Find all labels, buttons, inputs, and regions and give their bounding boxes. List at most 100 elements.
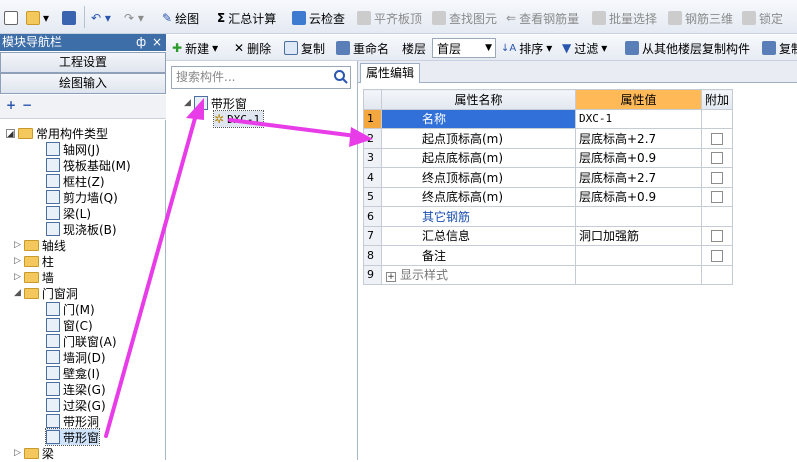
tree-item-wall-hole[interactable]: 墙洞(D) xyxy=(46,349,106,365)
flush-icon xyxy=(357,11,371,25)
property-row[interactable]: 1 名称 DXC-1 xyxy=(363,108,734,129)
tree-column[interactable]: ▷ 柱 xyxy=(14,253,54,269)
check-icon xyxy=(292,11,306,25)
folder-icon xyxy=(18,127,33,139)
property-value[interactable]: 层底标高+2.7 xyxy=(575,128,702,149)
save-icon[interactable] xyxy=(62,9,76,27)
property-value[interactable]: 层底标高+0.9 xyxy=(575,147,702,168)
expand-icon[interactable]: ▷ xyxy=(14,256,21,266)
column-header-extra[interactable]: 附加 xyxy=(700,89,734,110)
column-header-name[interactable]: 属性名称 xyxy=(381,89,576,110)
component-item-dxc1[interactable]: ✲ DXC-1 xyxy=(212,110,265,128)
tree-item-lintel[interactable]: 过梁(G) xyxy=(46,397,106,413)
tree-item-coupling-beam[interactable]: 连梁(G) xyxy=(46,381,106,397)
flush-top-button[interactable]: 平齐板顶 xyxy=(357,9,422,27)
collapse-all-icon[interactable]: − xyxy=(22,98,32,112)
checkbox[interactable] xyxy=(711,249,723,262)
tree-item-raft[interactable]: 筏板基础(M) xyxy=(46,157,131,173)
collapse-icon[interactable]: ◢ xyxy=(6,128,15,138)
find-element-button[interactable]: 查找图元 xyxy=(432,9,497,27)
project-settings-button[interactable]: 工程设置 xyxy=(0,52,166,73)
tree-group-strip-window[interactable]: ◢ 带形窗 xyxy=(184,95,247,111)
checkbox[interactable] xyxy=(711,230,723,243)
copy-from-floor-button[interactable]: 从其他楼层复制构件 xyxy=(625,39,750,57)
property-row[interactable]: 3 起点底标高(m) 层底标高+0.9 xyxy=(363,147,734,168)
close-icon[interactable]: × xyxy=(152,34,162,51)
cloud-check-button[interactable]: 云检查 xyxy=(292,9,345,27)
tree-item-shear-wall[interactable]: 剪力墙(Q) xyxy=(46,189,118,205)
new-file-icon[interactable] xyxy=(4,9,18,27)
drawing-input-button[interactable]: 绘图输入 xyxy=(0,73,166,94)
expand-icon[interactable]: ▷ xyxy=(14,448,21,458)
tree-wall[interactable]: ▷ 墙 xyxy=(14,269,54,285)
tree-door-window[interactable]: ◢ 门窗洞 xyxy=(14,285,78,301)
property-row[interactable]: 6 其它钢筋 xyxy=(363,206,734,227)
delete-button[interactable]: ✕ 删除 xyxy=(234,39,271,57)
pin-icon[interactable]: ф xyxy=(136,34,146,51)
tree-item-strip-window[interactable]: 带形窗 xyxy=(44,428,101,446)
tree-axis-line[interactable]: ▷ 轴线 xyxy=(14,237,66,253)
tree-item-slab[interactable]: 现浇板(B) xyxy=(46,221,117,237)
copy-button[interactable]: 复制 xyxy=(284,39,325,57)
property-value[interactable]: 层底标高+0.9 xyxy=(575,186,702,207)
property-row[interactable]: 2 起点顶标高(m) 层底标高+2.7 xyxy=(363,128,734,149)
property-row[interactable]: 7 汇总信息 洞口加强筋 xyxy=(363,225,734,246)
expand-all-icon[interactable]: + xyxy=(6,98,16,112)
collapse-icon[interactable]: ◢ xyxy=(14,288,21,298)
property-row[interactable]: 8 备注 xyxy=(363,245,734,266)
property-value[interactable] xyxy=(575,264,702,285)
property-value[interactable] xyxy=(575,245,702,266)
expand-icon[interactable]: ▷ xyxy=(14,240,21,250)
expand-plus-icon[interactable]: + xyxy=(386,272,396,283)
property-value[interactable]: 洞口加强筋 xyxy=(575,225,702,246)
lock-button[interactable]: 锁定 xyxy=(742,9,783,27)
tree-item-window[interactable]: 窗(C) xyxy=(46,317,93,333)
tree-item-axis-grid[interactable]: 轴网(J) xyxy=(46,141,100,157)
checkbox[interactable] xyxy=(711,152,723,165)
checkbox[interactable] xyxy=(711,171,723,184)
undo-icon[interactable]: ↶ ▾ xyxy=(91,9,111,27)
tree-item-niche[interactable]: 壁龛(I) xyxy=(46,365,100,381)
filter-button[interactable]: ▼ 过滤 ▾ xyxy=(562,39,607,57)
redo-icon[interactable]: ↷ ▾ xyxy=(124,9,144,27)
filter-icon: ▼ xyxy=(562,41,572,55)
tab-property-edit[interactable]: 属性编辑 xyxy=(360,63,420,83)
column-header-value[interactable]: 属性值 xyxy=(575,89,702,110)
tree-item-frame-column[interactable]: 框柱(Z) xyxy=(46,173,105,189)
tree-item-beam[interactable]: 梁(L) xyxy=(46,205,91,221)
view-rebar-button[interactable]: ⇐ 查看钢筋量 xyxy=(506,9,579,27)
property-value[interactable]: DXC-1 xyxy=(575,108,702,129)
rebar-3d-button[interactable]: 钢筋三维 xyxy=(668,9,733,27)
rebar-3d-icon xyxy=(668,11,682,25)
property-row[interactable]: 5 终点底标高(m) 层底标高+0.9 xyxy=(363,186,734,207)
property-name-group[interactable]: + 显示样式 xyxy=(381,264,576,285)
rename-button[interactable]: 重命名 xyxy=(336,39,389,57)
tree-item-strip-hole[interactable]: 带形洞 xyxy=(46,413,99,429)
property-row[interactable]: 4 终点顶标高(m) 层底标高+2.7 xyxy=(363,167,734,188)
extra-cell xyxy=(700,108,734,129)
property-value[interactable]: 层底标高+2.7 xyxy=(575,167,702,188)
search-icon[interactable] xyxy=(333,69,349,85)
expand-icon[interactable]: ▷ xyxy=(14,272,21,282)
batch-select-button[interactable]: 批量选择 xyxy=(592,9,657,27)
checkbox[interactable] xyxy=(711,132,723,145)
summary-button[interactable]: Σ 汇总计算 xyxy=(217,9,276,27)
checkbox[interactable] xyxy=(711,191,723,204)
open-folder-icon[interactable]: ▾ xyxy=(26,9,49,27)
search-input[interactable]: 搜索构件... xyxy=(171,66,351,89)
draw-button[interactable]: ✎ 绘图 xyxy=(162,9,199,27)
floor-select[interactable]: 首层 ▼ xyxy=(432,38,496,58)
copy-more-button[interactable]: 复制 xyxy=(762,39,797,57)
sort-button[interactable]: ↓A 排序 ▾ xyxy=(501,39,552,57)
property-value[interactable] xyxy=(575,206,702,227)
tree-item-door[interactable]: 门(M) xyxy=(46,301,95,317)
tree-item-door-window[interactable]: 门联窗(A) xyxy=(46,333,117,349)
property-row[interactable]: 9 + 显示样式 xyxy=(363,264,734,285)
tree-beam[interactable]: ▷ 梁 xyxy=(14,445,54,461)
nav-tools: + − xyxy=(0,95,166,119)
extra-cell xyxy=(700,264,734,285)
collapse-icon[interactable]: ◢ xyxy=(184,98,191,108)
new-button[interactable]: ✚ 新建 ▾ xyxy=(172,39,218,57)
tree-common-types[interactable]: ◢ 常用构件类型 xyxy=(6,125,108,141)
raft-icon xyxy=(46,158,60,172)
